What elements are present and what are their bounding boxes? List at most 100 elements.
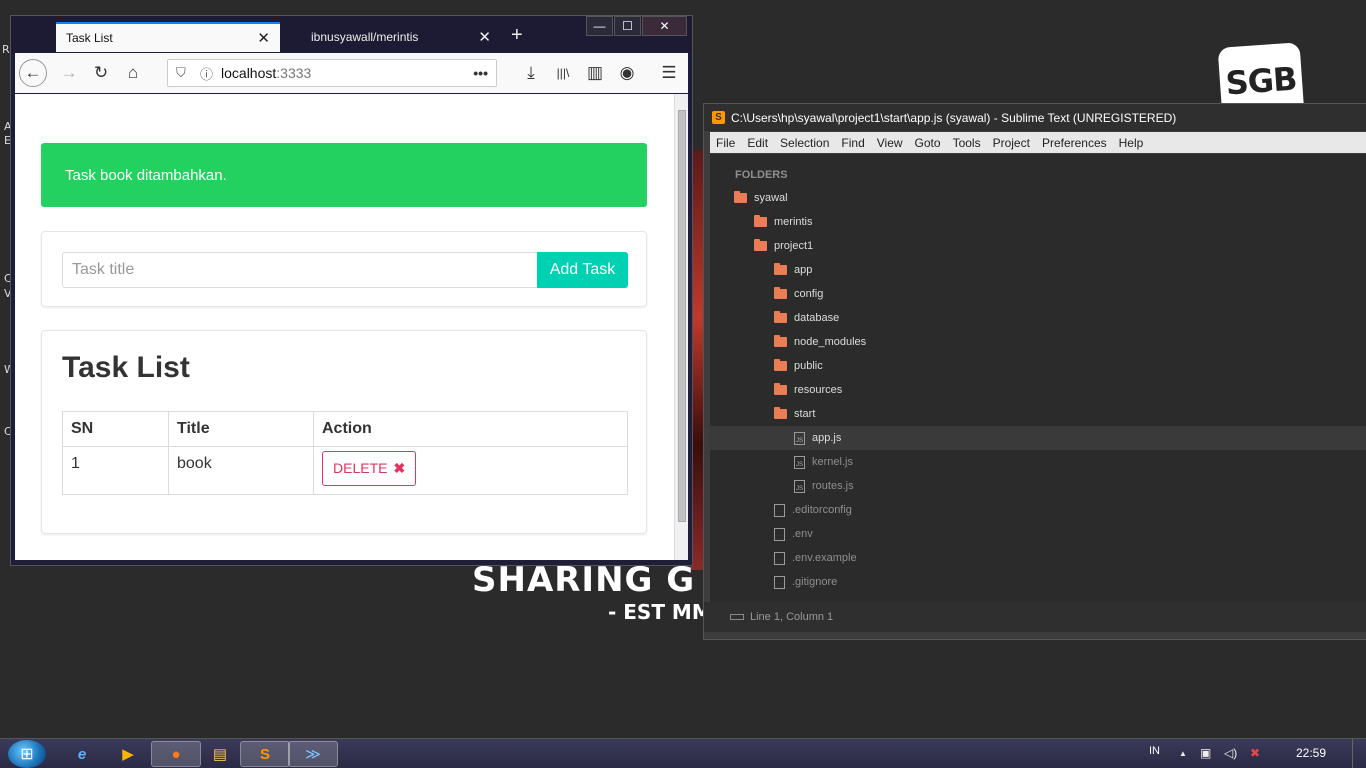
- tree-file-routes-js[interactable]: JS routes.js: [794, 474, 854, 498]
- menu-find[interactable]: Find: [841, 136, 864, 150]
- menu-edit[interactable]: Edit: [747, 136, 768, 150]
- column-header-title: Title: [168, 411, 314, 447]
- tree-folder-public[interactable]: public: [774, 354, 823, 378]
- tree-label: start: [794, 408, 816, 420]
- maximize-button[interactable]: ☐: [614, 16, 641, 36]
- new-tab-button[interactable]: +: [511, 24, 523, 47]
- file-icon: [774, 503, 785, 517]
- taskbar: ⊞ e ▶ ● ▤ S ≫ IN ▲ ▣ ◁) ✖ 22:59: [0, 738, 1366, 768]
- tree-file-env-example[interactable]: .env.example: [774, 546, 857, 570]
- file-explorer-icon[interactable]: ▤: [195, 741, 245, 767]
- sublime-statusbar: Line 1, Column 1: [704, 602, 1366, 632]
- clock[interactable]: 22:59: [1296, 746, 1326, 760]
- tree-label: database: [794, 312, 840, 324]
- url-host: localhost: [221, 65, 277, 81]
- tree-folder-node-modules[interactable]: node_modules: [774, 330, 866, 354]
- tracking-shield-icon[interactable]: ⛉: [176, 65, 190, 81]
- tree-label: merintis: [774, 216, 813, 228]
- js-file-icon: JS: [794, 479, 805, 493]
- scrollbar-thumb[interactable]: [678, 110, 686, 522]
- tree-folder-config[interactable]: config: [774, 282, 823, 306]
- tab-close-icon[interactable]: ✕: [478, 28, 491, 46]
- show-desktop-button[interactable]: [1352, 739, 1366, 768]
- library-icon[interactable]: |||\: [549, 59, 577, 87]
- url-bar[interactable]: ⛉ ⓘ localhost :3333 •••: [167, 59, 497, 87]
- account-icon[interactable]: ◉: [613, 59, 641, 87]
- tab-task-list[interactable]: Task List ✕: [56, 22, 280, 52]
- site-info-icon[interactable]: ⓘ: [200, 64, 213, 83]
- menu-goto[interactable]: Goto: [915, 136, 941, 150]
- task-title-input[interactable]: [62, 252, 538, 288]
- tree-folder-app[interactable]: app: [774, 258, 812, 282]
- js-file-icon: JS: [794, 431, 805, 445]
- menu-icon[interactable]: ☰: [655, 59, 683, 87]
- sidebar-icon[interactable]: ▥: [581, 59, 609, 87]
- firefox-window: Task List ✕ ibnusyawall/merintis ✕ + — ☐…: [10, 15, 693, 566]
- table-row: 1 book DELETE ✖: [62, 446, 628, 495]
- tree-label: node_modules: [794, 336, 867, 348]
- language-indicator[interactable]: IN: [1149, 745, 1160, 757]
- tree-folder-project1[interactable]: project1: [754, 234, 813, 258]
- tab-title: ibnusyawall/merintis: [311, 30, 419, 44]
- tree-file-kernel-js[interactable]: JS kernel.js: [794, 450, 853, 474]
- power-icon[interactable]: ✖: [1250, 746, 1260, 760]
- tree-label: project1: [774, 240, 814, 252]
- desktop-icon-label[interactable]: R: [2, 43, 10, 56]
- tree-label: config: [794, 288, 824, 300]
- download-icon[interactable]: ⤓: [517, 59, 545, 87]
- forward-button[interactable]: →: [55, 59, 83, 87]
- add-task-button[interactable]: Add Task: [537, 252, 628, 288]
- tree-folder-merintis[interactable]: merintis: [754, 210, 813, 234]
- js-file-icon: JS: [794, 455, 805, 469]
- minimize-button[interactable]: —: [586, 16, 613, 36]
- sublime-sidebar: FOLDERS syawal merintis project1 app con…: [710, 154, 1366, 602]
- tree-folder-syawal[interactable]: syawal: [734, 186, 788, 210]
- page-viewport: Task book ditambahkan. Add Task Task Lis…: [15, 94, 688, 560]
- url-port: :3333: [276, 65, 312, 81]
- file-icon: [774, 527, 785, 541]
- close-button[interactable]: ✕: [642, 16, 687, 36]
- tree-label: app.js: [812, 432, 842, 444]
- page-scrollbar[interactable]: [674, 94, 688, 560]
- back-button[interactable]: ←: [19, 59, 47, 87]
- menu-project[interactable]: Project: [993, 136, 1030, 150]
- console-icon[interactable]: [730, 614, 744, 620]
- menu-help[interactable]: Help: [1119, 136, 1144, 150]
- tab-close-icon[interactable]: ✕: [257, 29, 270, 47]
- column-header-sn: SN: [62, 411, 169, 447]
- tree-file-gitignore[interactable]: .gitignore: [774, 570, 837, 594]
- tree-label: .env.example: [792, 552, 857, 564]
- file-icon: [774, 551, 785, 565]
- powershell-icon[interactable]: ≫: [288, 741, 338, 767]
- sublime-text-icon[interactable]: S: [240, 741, 290, 767]
- sublime-logo-icon: S: [712, 111, 725, 124]
- reload-button[interactable]: ↻: [87, 59, 115, 87]
- tree-label: .env: [792, 528, 813, 540]
- menu-view[interactable]: View: [877, 136, 903, 150]
- network-icon[interactable]: ▣: [1200, 746, 1211, 760]
- tree-file-editorconfig[interactable]: .editorconfig: [774, 498, 852, 522]
- tree-folder-resources[interactable]: resources: [774, 378, 842, 402]
- start-button[interactable]: ⊞: [8, 740, 46, 768]
- menu-preferences[interactable]: Preferences: [1042, 136, 1107, 150]
- media-player-icon[interactable]: ▶: [103, 741, 153, 767]
- menu-tools[interactable]: Tools: [953, 136, 981, 150]
- column-header-action: Action: [313, 411, 628, 447]
- close-icon: ✖: [393, 460, 406, 476]
- tree-folder-database[interactable]: database: [774, 306, 839, 330]
- page-actions-button[interactable]: •••: [473, 65, 488, 81]
- show-hidden-icons-icon[interactable]: ▲: [1179, 749, 1187, 758]
- delete-button[interactable]: DELETE ✖: [322, 451, 417, 486]
- menu-selection[interactable]: Selection: [780, 136, 829, 150]
- menu-file[interactable]: File: [716, 136, 735, 150]
- tree-file-app-js[interactable]: JS app.js: [710, 426, 1366, 450]
- tree-folder-start[interactable]: start: [774, 402, 815, 426]
- tree-label: app: [794, 264, 813, 276]
- home-button[interactable]: ⌂: [119, 59, 147, 87]
- sublime-titlebar: S C:\Users\hp\syawal\project1\start\app.…: [704, 104, 1366, 131]
- tree-file-env[interactable]: .env: [774, 522, 813, 546]
- internet-explorer-icon[interactable]: e: [57, 741, 107, 767]
- tab-merintis[interactable]: ibnusyawall/merintis ✕: [281, 22, 501, 52]
- volume-icon[interactable]: ◁): [1224, 746, 1237, 760]
- firefox-icon[interactable]: ●: [151, 741, 201, 767]
